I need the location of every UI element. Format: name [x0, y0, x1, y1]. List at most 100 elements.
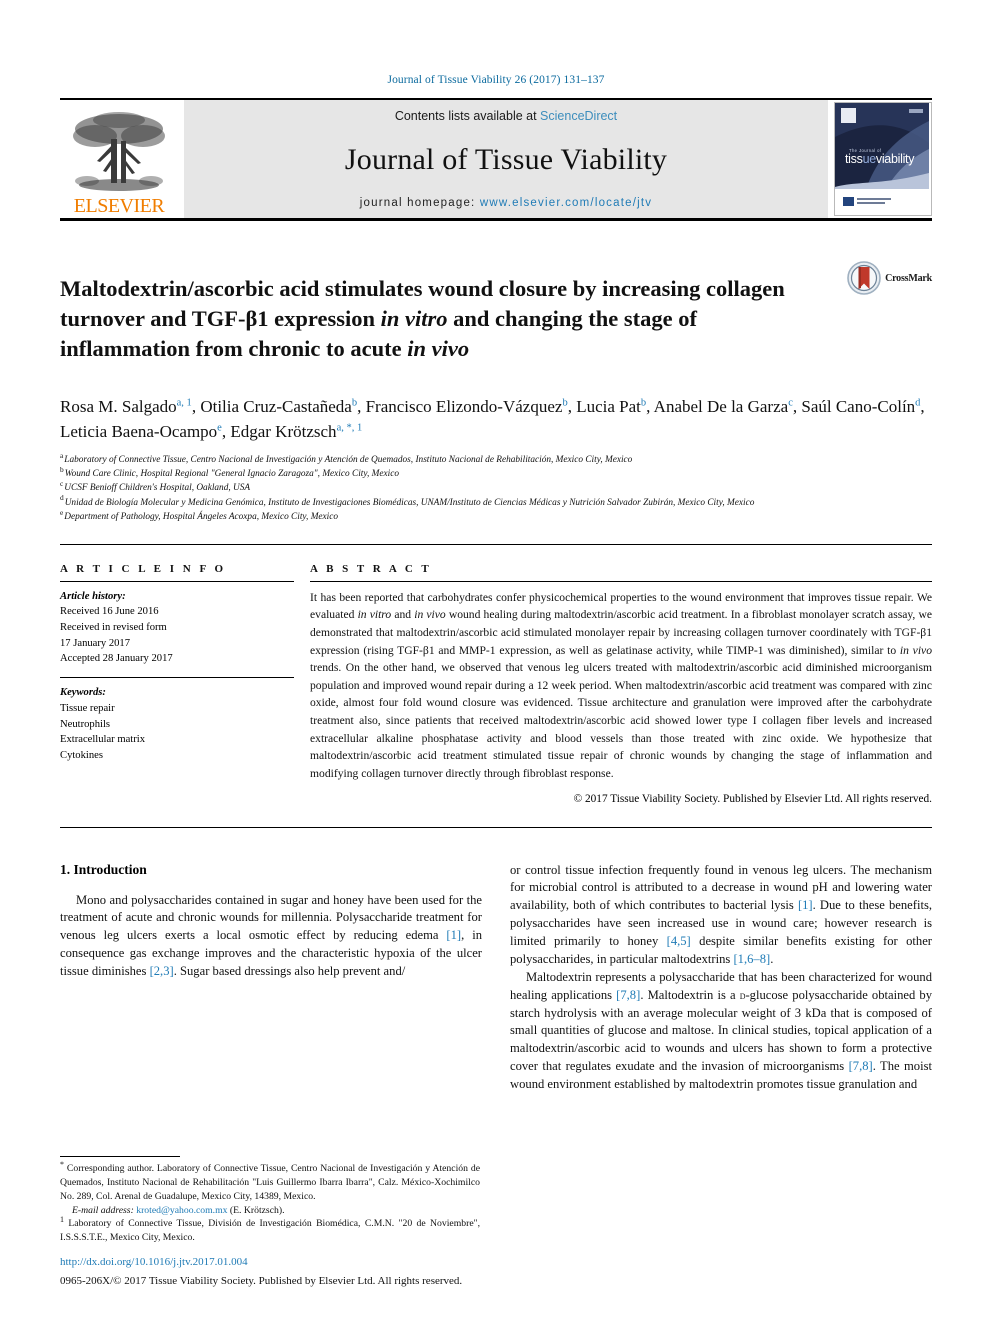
keywords-label: Keywords: [60, 687, 106, 699]
citation-ref[interactable]: [7,8] [616, 988, 640, 1002]
info-section-rule [60, 543, 932, 545]
abstract-italic-1: in vitro [357, 608, 392, 622]
elsevier-wordmark: ELSEVIER [73, 195, 165, 217]
author-name: Otilia Cruz-Castañeda [200, 396, 352, 416]
title-italic-2: in vivo [407, 335, 470, 361]
page-title: Maltodextrin/ascorbic acid stimulates wo… [60, 274, 812, 364]
author-name: Rosa M. Salgado [60, 396, 177, 416]
affiliation-text: Laboratory of Connective Tissue, Centro … [64, 455, 633, 466]
journal-homepage-line: journal homepage: www.elsevier.com/locat… [360, 197, 652, 209]
crossmark-badge[interactable]: CrossMark [847, 261, 932, 295]
citation-ref[interactable]: [2,3] [150, 964, 174, 978]
abstract-italic-2: in vivo [414, 608, 446, 622]
citation-ref[interactable]: [1] [446, 928, 461, 942]
affiliation-text: UCSF Benioff Children's Hospital, Oaklan… [64, 483, 251, 494]
affiliation-text: Department of Pathology, Hospital Ángele… [64, 511, 339, 522]
article-info-rule [60, 580, 294, 582]
keywords-divider [60, 677, 294, 679]
history-line: Received in revised form [60, 622, 167, 634]
footnote-corresponding-author: * Corresponding author. Laboratory of Co… [60, 1161, 480, 1203]
author-item: Lucia Patb, [576, 397, 653, 416]
abstract-rule [310, 580, 932, 582]
footnote-block: * Corresponding author. Laboratory of Co… [60, 1156, 480, 1245]
contents-prefix: Contents lists available at [394, 109, 541, 123]
affiliation-text: Wound Care Clinic, Hospital Regional "Ge… [64, 469, 399, 480]
intro-paragraph-right-1: or control tissue infection frequently f… [510, 862, 932, 969]
citation-ref[interactable]: [7,8] [849, 1059, 873, 1073]
info-abstract-columns: A R T I C L E I N F O Article history: R… [60, 563, 932, 805]
affiliation-text: Unidad de Biología Molecular y Medicina … [64, 497, 755, 508]
affiliation-mark: a [60, 451, 64, 461]
crossmark-container[interactable]: CrossMark [812, 259, 932, 379]
abstract-copyright: © 2017 Tissue Viability Society. Publish… [573, 792, 932, 805]
affiliation-mark: c [60, 479, 64, 489]
sciencedirect-link[interactable]: ScienceDirect [540, 109, 617, 123]
elsevier-logo: ELSEVIER [60, 100, 178, 218]
homepage-prefix: journal homepage: [359, 197, 480, 209]
affiliation-mark: e [60, 507, 64, 517]
author-name: Leticia Baena-Ocampo [60, 421, 218, 441]
affiliation-item: cUCSF Benioff Children's Hospital, Oakla… [60, 479, 932, 495]
journal-masthead: ELSEVIER Contents lists available at Sci… [60, 100, 932, 218]
affiliation-item: bWound Care Clinic, Hospital Regional "G… [60, 465, 932, 481]
body-column-right: or control tissue infection frequently f… [510, 862, 932, 1094]
abstract-italic-3: in vivo [899, 643, 932, 657]
author-marks: a, 1 [176, 397, 192, 409]
abstract-heading: A B S T R A C T [310, 562, 432, 575]
title-italic-1: in vitro [380, 305, 448, 331]
keyword-item: Extracellular matrix [60, 734, 146, 746]
affiliation-mark: b [60, 465, 64, 475]
footnote-rule [60, 1156, 180, 1158]
affiliation-item: eDepartment of Pathology, Hospital Ángel… [60, 507, 932, 524]
article-history-label: Article history: [60, 590, 126, 602]
author-name: Saúl Cano-Colín [801, 396, 916, 416]
crossmark-icon [847, 261, 881, 295]
intro-paragraph-left: Mono and polysaccharides contained in su… [60, 892, 482, 981]
intro-left-text-1: Mono and polysaccharides contained in su… [60, 892, 482, 943]
doi-block: http://dx.doi.org/10.1016/j.jtv.2017.01.… [60, 1255, 660, 1289]
author-sep: , [646, 396, 654, 416]
author-sep: , [920, 396, 925, 416]
author-item: Francisco Elizondo-Vázquezb, [366, 397, 577, 416]
abstract-column: A B S T R A C T It has been reported tha… [308, 563, 932, 805]
journal-homepage-link[interactable]: www.elsevier.com/locate/jtv [480, 197, 652, 209]
doi-link[interactable]: http://dx.doi.org/10.1016/j.jtv.2017.01.… [60, 1255, 660, 1270]
author-name: Francisco Elizondo-Vázquez [365, 396, 563, 416]
citation-ref[interactable]: [4,5] [667, 934, 691, 948]
contents-line: Contents lists available at ScienceDirec… [395, 109, 617, 123]
masthead-center: Contents lists available at ScienceDirec… [184, 100, 828, 218]
elsevier-tree-icon [73, 112, 165, 191]
author-name: Edgar Krötzsch [230, 421, 337, 441]
running-head: Journal of Tissue Viability 26 (2017) 13… [387, 74, 605, 86]
citation-ref[interactable]: [1,6–8] [733, 952, 770, 966]
cover-art: The Journal of tissueviability [835, 103, 929, 213]
body-column-left: 1. Introduction Mono and polysaccharides… [60, 862, 482, 1094]
citation-ref[interactable]: [1] [798, 898, 813, 912]
keyword-item: Tissue repair [60, 702, 115, 714]
footnote-1: 1 Laboratory of Connective Tissue, Divis… [60, 1216, 480, 1245]
title-block: Maltodextrin/ascorbic acid stimulates wo… [60, 259, 932, 379]
body-columns: 1. Introduction Mono and polysaccharides… [60, 862, 932, 1094]
history-line: 17 January 2017 [60, 637, 131, 649]
intro-right-text-4: . [770, 951, 774, 966]
email-label: E-mail address: [72, 1204, 134, 1216]
affiliation-item: dUnidad de Biología Molecular y Medicina… [60, 493, 932, 510]
author-marks: a, *, 1 [336, 421, 363, 433]
author-name: Lucia Pat [576, 396, 641, 416]
keyword-item: Cytokines [60, 749, 103, 761]
journal-cover-thumbnail: The Journal of tissueviability [834, 102, 932, 216]
article-page: Journal of Tissue Viability 26 (2017) 13… [0, 0, 992, 1323]
journal-title: Journal of Tissue Viability [344, 143, 668, 176]
author-item: Otilia Cruz-Castañedab, [200, 397, 365, 416]
email-suffix: (E. Krötzsch). [227, 1204, 285, 1216]
affiliation-list: aLaboratory of Connective Tissue, Centro… [60, 451, 932, 524]
keyword-item: Neutrophils [60, 718, 111, 730]
article-info-column: A R T I C L E I N F O Article history: R… [60, 563, 308, 805]
email-link[interactable]: kroted@yahoo.com.mx [136, 1205, 227, 1216]
crossmark-label: CrossMark [885, 272, 932, 284]
article-history-block: Article history: Received 16 June 2016 R… [60, 589, 294, 667]
affiliation-mark: d [60, 493, 64, 503]
footnote-1-text: Laboratory of Connective Tissue, Divisió… [60, 1218, 480, 1244]
abstract-part-2: and [391, 608, 415, 622]
intro-paragraph-right-2: Maltodextrin represents a polysaccharide… [510, 969, 932, 1094]
